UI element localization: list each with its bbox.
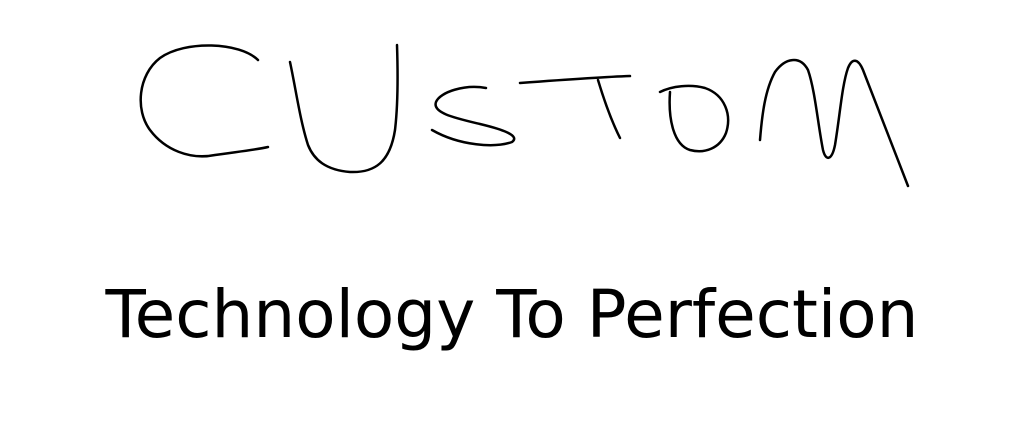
logo-letter-t-bar xyxy=(518,74,632,85)
logo-letter-o xyxy=(658,84,730,153)
custom-handwritten-logo xyxy=(139,43,910,188)
logo-letter-t-stem xyxy=(596,78,622,140)
logo-letter-u xyxy=(288,43,399,174)
logo-letter-m xyxy=(758,58,910,188)
logo-letter-s xyxy=(430,85,516,147)
logo-letter-c xyxy=(139,44,270,158)
tagline: Technology To Perfection xyxy=(105,276,919,353)
